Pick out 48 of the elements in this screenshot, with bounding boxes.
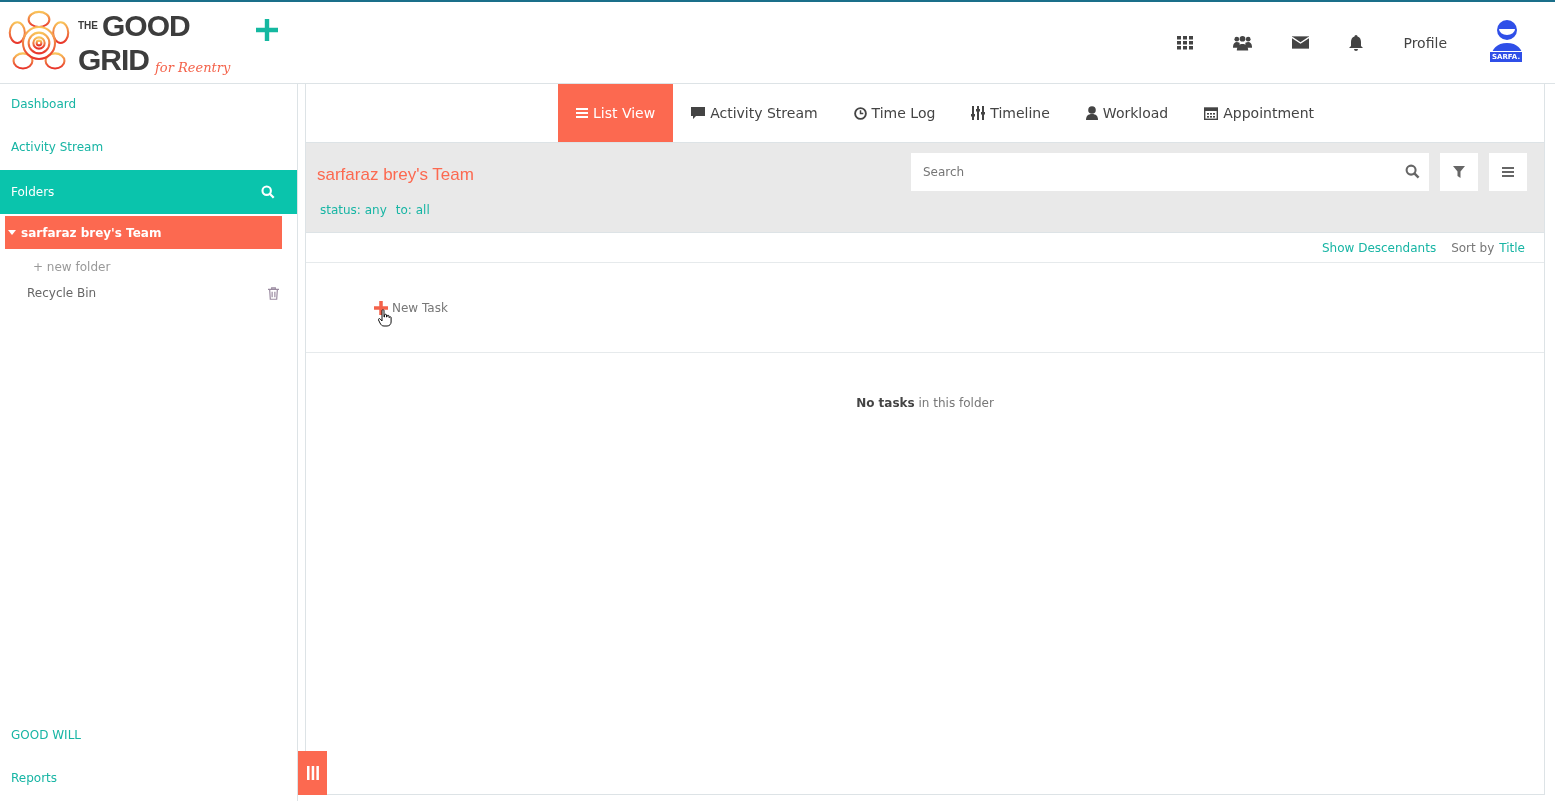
hand-cursor-icon	[378, 309, 392, 327]
filter-icon	[1453, 166, 1465, 178]
clock-icon	[853, 106, 867, 120]
empty-state-message: No tasks in this folder	[855, 396, 995, 410]
view-tab[interactable]: Activity Stream	[673, 84, 836, 142]
sidebar-toggle-button[interactable]	[298, 751, 327, 795]
recycle-bin-link[interactable]: Recycle Bin	[27, 286, 97, 300]
mail-icon[interactable]	[1292, 36, 1310, 49]
filter-link[interactable]: to: all	[395, 203, 430, 217]
sort-link[interactable]: Title	[1499, 240, 1525, 255]
grid-icon[interactable]	[1177, 35, 1194, 50]
bell-icon[interactable]	[1349, 34, 1364, 51]
sidebar-link[interactable]: GOOD WILL	[0, 715, 297, 758]
filter-link[interactable]: status: any	[320, 203, 387, 217]
trash-icon[interactable]	[268, 286, 279, 300]
view-tab[interactable]: List View	[558, 84, 674, 142]
folders-label: Folders	[11, 185, 55, 199]
new-folder-link[interactable]: + new folder	[0, 249, 297, 280]
sliders-icon	[971, 106, 986, 120]
filter-button[interactable]	[1440, 153, 1478, 191]
logo-text: THE	[78, 20, 99, 31]
show-descendants-link[interactable]: Show Descendants	[1321, 240, 1437, 255]
view-tab[interactable]: Appointment	[1186, 84, 1332, 142]
sidebar-link[interactable]: Reports	[0, 758, 297, 801]
view-tab[interactable]: Timeline	[953, 84, 1068, 142]
sidebar-link[interactable]: Activity Stream	[0, 127, 297, 170]
folder-item[interactable]: sarfaraz brey's Team	[5, 216, 282, 249]
folder-title: sarfaraz brey's Team	[317, 165, 474, 185]
comment-icon	[691, 107, 706, 119]
logo-text: GRID	[78, 42, 149, 77]
logo-tagline: for Reentry	[155, 58, 231, 77]
list-icon	[576, 107, 588, 119]
view-tab[interactable]: Workload	[1067, 84, 1187, 142]
search-field[interactable]: Search	[911, 153, 1429, 191]
plus-icon	[374, 300, 388, 315]
user-icon	[1085, 106, 1098, 120]
menu-button[interactable]	[1489, 153, 1527, 191]
users-icon[interactable]	[1233, 34, 1253, 51]
logo-text: GOOD	[102, 8, 190, 43]
view-tab[interactable]: Time Log	[835, 84, 954, 142]
new-task-link[interactable]: New Task	[374, 300, 448, 315]
search-icon[interactable]	[1405, 164, 1420, 179]
calendar-icon	[1204, 106, 1219, 120]
menu-icon	[1502, 167, 1514, 177]
columns-icon	[306, 766, 319, 780]
profile-link[interactable]: Profile	[1403, 34, 1447, 51]
sidebar-link[interactable]: Dashboard	[0, 84, 297, 127]
sort-label: Sort by	[1451, 240, 1495, 255]
